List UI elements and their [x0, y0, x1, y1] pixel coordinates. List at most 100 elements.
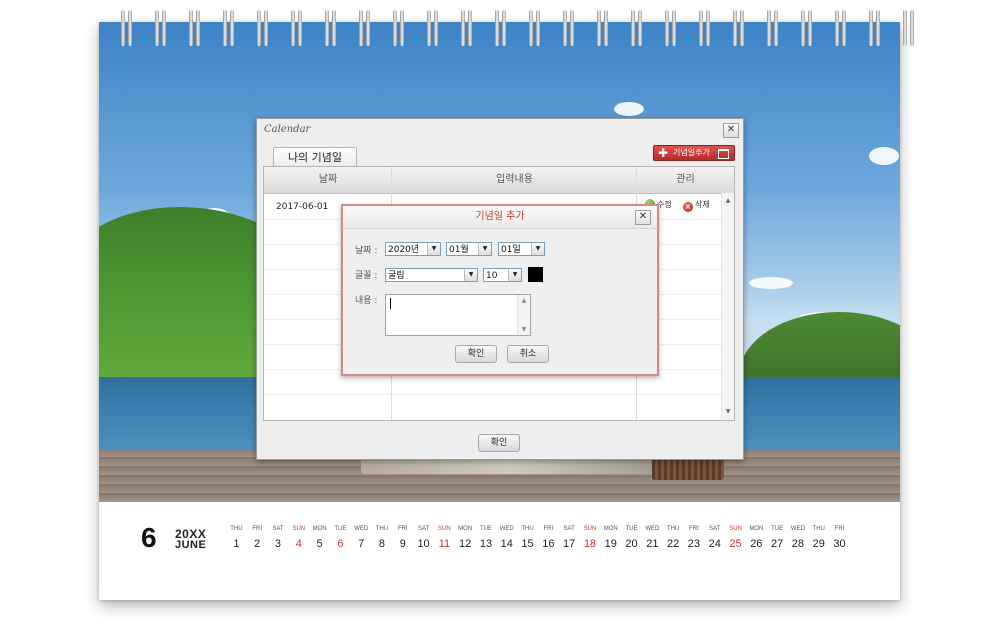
- day-number: 11: [438, 538, 451, 550]
- day-select-value: 01일: [501, 245, 521, 255]
- day-of-week: WED: [790, 526, 805, 532]
- column-header-manage: 관리: [676, 174, 695, 185]
- day-number: 12: [459, 538, 472, 550]
- day-of-week: SUN: [583, 526, 597, 532]
- calendar-day: SAT 10: [413, 526, 434, 550]
- chevron-down-icon: ▼: [464, 269, 477, 281]
- day-of-week: WED: [354, 526, 369, 532]
- textarea-scrollbar[interactable]: ▲ ▼: [517, 295, 530, 335]
- day-number: 19: [604, 538, 617, 550]
- day-of-week: FRI: [543, 526, 554, 532]
- day-number: 3: [274, 538, 282, 550]
- day-number: 23: [687, 538, 701, 550]
- font-select-value: 굴림: [388, 271, 405, 281]
- scroll-up-arrow-icon[interactable]: ▲: [722, 195, 734, 207]
- delete-label: 삭제: [695, 200, 710, 209]
- spiral-ring: [121, 10, 133, 46]
- chevron-down-icon: ▼: [478, 243, 491, 255]
- month-name: JUNE: [175, 539, 207, 551]
- day-number: 7: [358, 538, 365, 550]
- calendar-day: TUE 6: [330, 526, 351, 550]
- day-number: 29: [812, 538, 825, 550]
- day-number: 18: [583, 538, 597, 550]
- day-number: 16: [542, 538, 555, 550]
- window-close-button[interactable]: ✕: [723, 123, 739, 138]
- calendar-day: SUN 18: [580, 526, 601, 550]
- spiral-ring: [801, 10, 813, 46]
- spiral-ring: [325, 10, 337, 46]
- text-color-swatch[interactable]: [528, 267, 543, 282]
- spiral-ring: [835, 10, 847, 46]
- chevron-down-icon: ▼: [427, 243, 440, 255]
- day-of-week: TUE: [771, 526, 784, 532]
- calendar-day: SAT 3: [268, 526, 289, 550]
- calendar-day: THU 22: [663, 526, 684, 550]
- add-anniversary-button[interactable]: ✚ 기념일추가: [653, 145, 735, 161]
- day-number: 20: [625, 538, 638, 550]
- calendar-day: TUE 27: [767, 526, 788, 550]
- year-select-value: 2020년: [388, 245, 420, 255]
- day-number: 13: [479, 538, 493, 550]
- content-textarea[interactable]: ▲ ▼: [385, 294, 531, 336]
- spiral-ring: [733, 10, 745, 46]
- day-of-week: FRI: [252, 526, 263, 532]
- spiral-ring: [631, 10, 643, 46]
- tab-my-anniversary[interactable]: 나의 기념일: [273, 147, 357, 166]
- delete-button[interactable]: × 삭제: [683, 199, 710, 212]
- day-of-week: THU: [812, 526, 825, 532]
- dialog-cancel-button[interactable]: 취소: [507, 345, 549, 363]
- day-of-week: TUE: [625, 526, 638, 532]
- edit-label: 수정: [657, 200, 672, 209]
- spiral-ring: [189, 10, 201, 46]
- calendar-day: SUN 11: [434, 526, 455, 550]
- row-date: 2017-06-01: [276, 202, 329, 212]
- dialog-confirm-button[interactable]: 확인: [455, 345, 497, 363]
- day-strip: THU 1 FRI 2 SAT 3 SUN 4 MON 5 TUE 6 WED 7 THU 8 FRI 9 SAT 1…: [226, 526, 850, 550]
- day-number: 21: [646, 538, 659, 550]
- spiral-ring: [291, 10, 303, 46]
- day-number: 25: [729, 538, 742, 550]
- year-select[interactable]: 2020년 ▼: [385, 242, 441, 256]
- font-size-select[interactable]: 10 ▼: [483, 268, 522, 282]
- day-number: 6: [337, 538, 344, 550]
- spiral-ring: [529, 10, 541, 46]
- content-label: 내용 :: [355, 296, 378, 306]
- font-select[interactable]: 굴림 ▼: [385, 268, 478, 282]
- chevron-down-icon: ▼: [508, 269, 521, 281]
- spiral-ring: [495, 10, 507, 46]
- day-of-week: MON: [749, 526, 764, 532]
- day-number: 22: [667, 538, 680, 550]
- calendar-day: FRI 2: [247, 526, 268, 550]
- window-confirm-button[interactable]: 확인: [478, 434, 520, 452]
- calendar-day: FRI 30: [829, 526, 850, 550]
- spiral-ring: [563, 10, 575, 46]
- date-label: 날짜 :: [355, 246, 378, 256]
- cloud: [749, 277, 793, 289]
- add-anniversary-label: 기념일추가: [673, 148, 710, 157]
- calendar-day: TUE 20: [621, 526, 642, 550]
- window-title: Calendar: [264, 124, 311, 135]
- day-of-week: THU: [521, 526, 534, 532]
- dialog-close-button[interactable]: ✕: [635, 210, 651, 225]
- day-of-week: WED: [499, 526, 514, 532]
- calendar-day: FRI 9: [392, 526, 413, 550]
- scroll-down-arrow-icon[interactable]: ▼: [722, 406, 734, 418]
- dialog-title: 기념일 추가: [343, 206, 657, 229]
- day-number: 5: [316, 538, 323, 550]
- calendar-day: WED 7: [351, 526, 372, 550]
- spiral-ring: [699, 10, 711, 46]
- day-of-week: SUN: [292, 526, 306, 532]
- spiral-ring: [597, 10, 609, 46]
- table-scrollbar[interactable]: ▲ ▼: [721, 193, 734, 420]
- month-select[interactable]: 01월 ▼: [446, 242, 492, 256]
- day-of-week: MON: [603, 526, 618, 532]
- day-select[interactable]: 01일 ▼: [498, 242, 545, 256]
- day-number: 9: [399, 538, 406, 550]
- day-of-week: MON: [458, 526, 473, 532]
- day-of-week: SAT: [272, 526, 284, 532]
- scroll-down-arrow-icon[interactable]: ▼: [518, 326, 530, 333]
- plus-icon: ✚: [658, 146, 669, 160]
- column-header-date: 날짜: [318, 174, 338, 185]
- day-of-week: SUN: [438, 526, 451, 532]
- scroll-up-arrow-icon[interactable]: ▲: [518, 297, 530, 304]
